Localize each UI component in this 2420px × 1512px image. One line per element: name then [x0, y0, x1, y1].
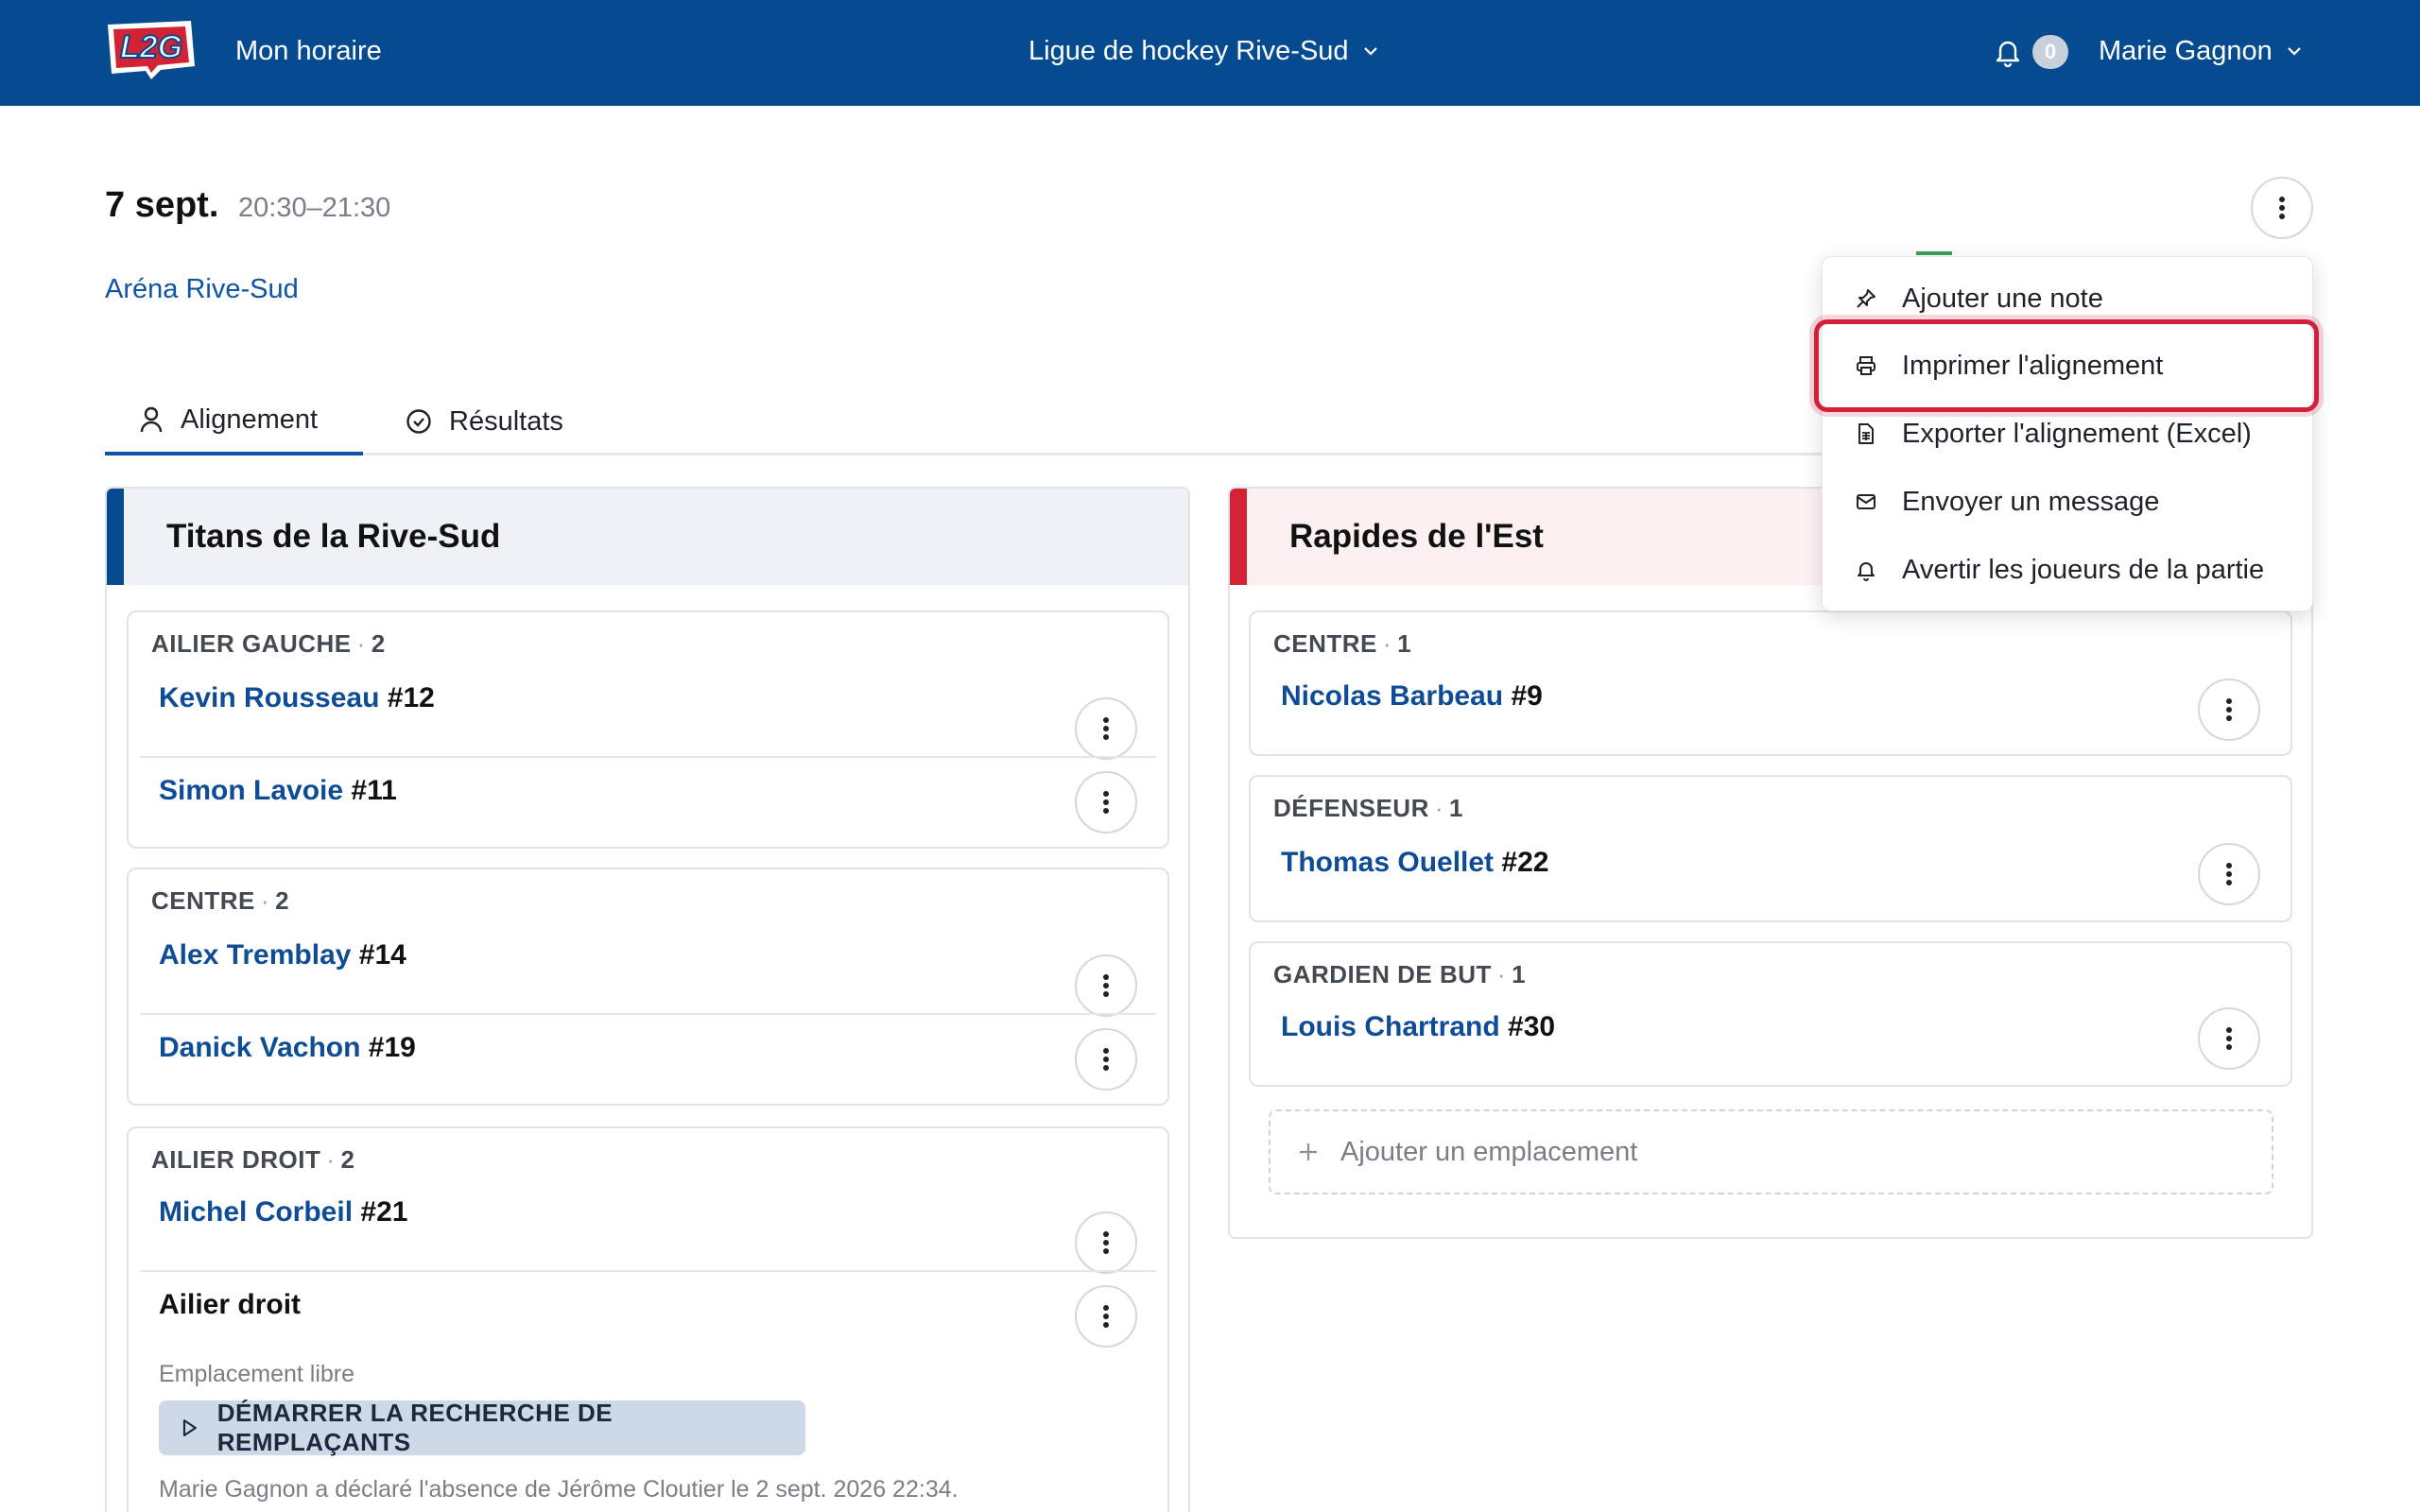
position-group: CENTRE · 1 Nicolas Barbeau #9 [1249, 610, 2292, 756]
menu-item-label: Ajouter une note [1902, 283, 2103, 314]
player-name[interactable]: Alex Tremblay #14 [159, 939, 406, 971]
menu-item-label: Exporter l'alignement (Excel) [1902, 418, 2252, 449]
envelope-icon [1857, 494, 1876, 509]
more-vertical-icon [2226, 863, 2232, 885]
league-selector[interactable]: Ligue de hockey Rive-Sud [1028, 0, 1379, 102]
more-vertical-icon [1103, 1231, 1109, 1254]
position-label: GARDIEN DE BUT · 1 [1273, 960, 1527, 988]
open-slot-row: Ailier droit Emplacement libre DÉMARRER … [140, 1270, 1156, 1512]
team-name: Titans de la Rive-Sud [107, 489, 1188, 585]
player-name[interactable]: Michel Corbeil #21 [159, 1196, 407, 1228]
menu-item-add-note[interactable]: Ajouter une note [1823, 270, 2314, 327]
player-name[interactable]: Kevin Rousseau #12 [159, 682, 435, 714]
more-vertical-icon [1103, 1305, 1109, 1328]
menu-item-label: Envoyer un message [1902, 486, 2160, 517]
event-time: 20:30–21:30 [238, 193, 391, 223]
event-options-button[interactable] [2251, 177, 2313, 239]
open-slot-status: Emplacement libre [159, 1361, 355, 1387]
bell-icon [1858, 562, 1875, 581]
add-slot-button[interactable]: Ajouter un emplacement [1269, 1109, 2273, 1194]
position-group: DÉFENSEUR · 1 Thomas Ouellet #22 [1249, 775, 2292, 922]
person-icon [140, 406, 163, 433]
tab-resultats[interactable]: Résultats [394, 387, 563, 455]
start-replacement-search-label: DÉMARRER LA RECHERCHE DE REMPLAÇANTS [216, 1399, 614, 1456]
app-title[interactable]: Mon horaire [235, 0, 382, 102]
position-label: CENTRE · 1 [1273, 629, 1412, 658]
user-name: Marie Gagnon [2099, 36, 2273, 66]
league-name: Ligue de hockey Rive-Sud [1028, 36, 1349, 66]
player-name[interactable]: Simon Lavoie #11 [159, 775, 397, 807]
logo-text: L2G [120, 29, 182, 65]
player-name[interactable]: Nicolas Barbeau #9 [1281, 680, 1543, 713]
tab-label: Alignement [181, 404, 319, 435]
chevron-down-icon [2288, 47, 2301, 56]
more-vertical-icon [2226, 1027, 2232, 1050]
absence-note: Marie Gagnon a déclaré l'absence de Jérô… [159, 1476, 959, 1503]
position-group: AILIER GAUCHE · 2 Kevin Rousseau #12 Simon… [127, 610, 1169, 849]
player-name[interactable]: Louis Chartrand #30 [1281, 1011, 1555, 1043]
tab-alignement[interactable]: Alignement [105, 387, 363, 455]
plus-icon [1300, 1143, 1317, 1160]
more-vertical-icon [2226, 698, 2232, 721]
position-group: GARDIEN DE BUT · 1 Louis Chartrand #30 [1249, 941, 2292, 1087]
player-options-button[interactable] [2198, 843, 2260, 905]
menu-item-export-excel[interactable]: Exporter l'alignement (Excel) [1823, 405, 2314, 462]
player-options-button[interactable] [1075, 1211, 1137, 1274]
player-name[interactable]: Thomas Ouellet #22 [1281, 847, 1548, 879]
menu-accent-line [1916, 251, 1952, 255]
player-row: Michel Corbeil #21 [140, 1185, 1156, 1274]
position-label: DÉFENSEUR · 1 [1273, 794, 1463, 822]
player-options-button[interactable] [1075, 1028, 1137, 1091]
add-slot-label: Ajouter un emplacement [1340, 1136, 1638, 1167]
chevron-down-icon [1363, 47, 1377, 56]
player-name[interactable]: Danick Vachon #19 [159, 1032, 416, 1064]
more-vertical-icon [2279, 197, 2285, 219]
position-label: CENTRE · 2 [151, 886, 290, 915]
spreadsheet-icon [1858, 423, 1874, 444]
player-row: Danick Vachon #19 [140, 1013, 1156, 1104]
slot-options-button[interactable] [1075, 1285, 1137, 1348]
event-options-menu: Ajouter une note Imprimer l'alignement E… [1822, 256, 2313, 611]
venue-link[interactable]: Aréna Rive-Sud [105, 274, 299, 305]
menu-item-send-message[interactable]: Envoyer un message [1823, 473, 2314, 530]
player-options-button[interactable] [1075, 954, 1137, 1017]
more-vertical-icon [1103, 791, 1109, 814]
pin-icon [1857, 289, 1876, 308]
more-vertical-icon [1103, 717, 1109, 740]
position-label: AILIER DROIT · 2 [151, 1145, 355, 1174]
player-options-button[interactable] [1075, 771, 1137, 833]
position-group: AILIER DROIT · 2 Michel Corbeil #21 Ailier… [127, 1126, 1169, 1512]
top-navigation-bar: L2G Mon horaire Ligue de hockey Rive-Sud… [0, 0, 2420, 106]
open-slot-title: Ailier droit [159, 1289, 302, 1320]
player-row: Alex Tremblay #14 [140, 926, 1156, 1017]
more-vertical-icon [1103, 974, 1109, 997]
start-replacement-search-button[interactable]: DÉMARRER LA RECHERCHE DE REMPLAÇANTS [159, 1399, 805, 1456]
highlight-box [1814, 319, 2319, 412]
position-label: AILIER GAUCHE · 2 [151, 629, 386, 658]
user-menu[interactable]: Marie Gagnon [2099, 0, 2303, 102]
player-options-button[interactable] [2198, 679, 2260, 741]
notifications-bell-icon[interactable] [1992, 36, 2024, 68]
menu-item-notify-players[interactable]: Avertir les joueurs de la partie [1823, 541, 2314, 598]
player-options-button[interactable] [1075, 697, 1137, 760]
play-icon [182, 1419, 197, 1436]
check-circle-icon [406, 409, 431, 434]
notification-count-badge: 0 [2032, 35, 2068, 69]
player-row: Simon Lavoie #11 [140, 756, 1156, 847]
player-options-button[interactable] [2198, 1007, 2260, 1070]
position-group: CENTRE · 2 Alex Tremblay #14 Danick Vachon… [127, 868, 1169, 1106]
menu-item-label: Avertir les joueurs de la partie [1902, 554, 2265, 585]
player-row: Kevin Rousseau #12 [140, 669, 1156, 760]
event-date: 7 sept. [105, 185, 219, 225]
more-vertical-icon [1103, 1048, 1109, 1071]
league-logo[interactable]: L2G [104, 17, 199, 83]
tab-label: Résultats [449, 405, 563, 437]
